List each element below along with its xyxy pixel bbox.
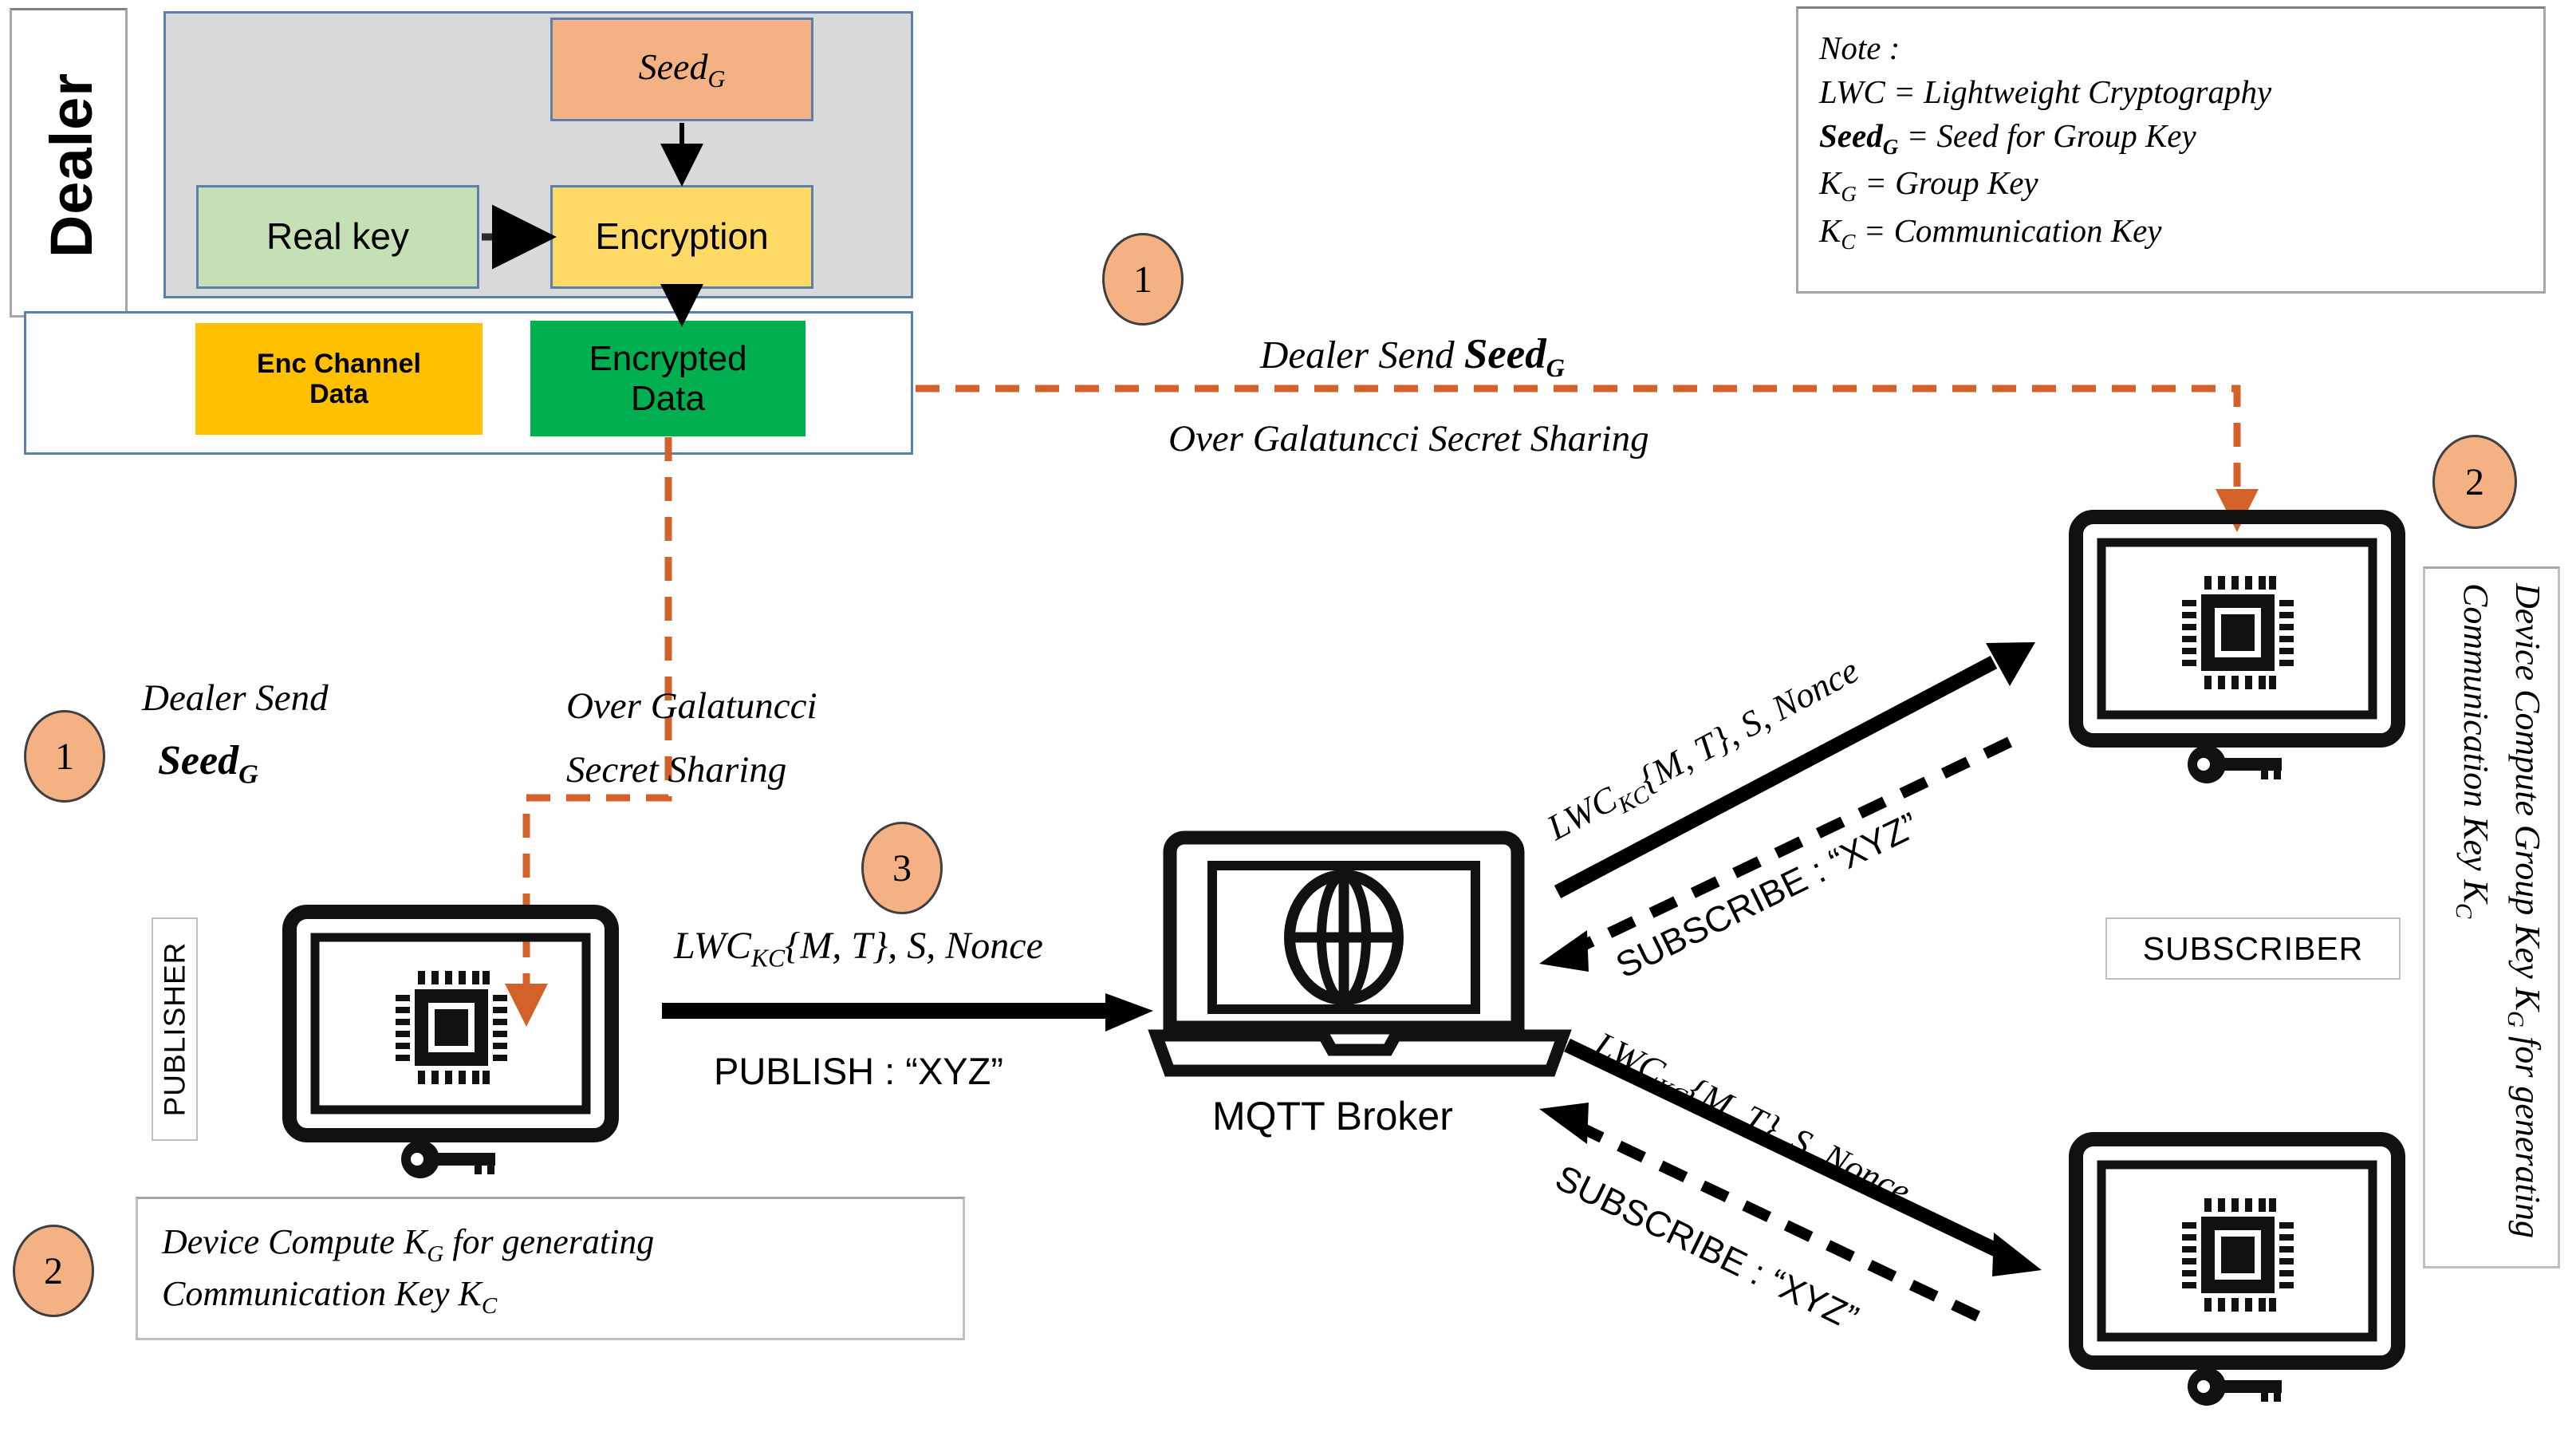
step-badge-2-left: 2	[13, 1225, 94, 1317]
subscriber-bottom-device-chip-icon	[2069, 1132, 2405, 1406]
mqtt-broker-laptop-globe-icon	[1148, 830, 1572, 1077]
publisher-key-icon	[401, 1140, 495, 1178]
step-badge-1-top: 1	[1102, 233, 1184, 325]
subscriber-tag-box: SUBSCRIBER	[2105, 917, 2401, 980]
subscriber-bottom-key-icon	[2188, 1367, 2282, 1406]
over-galatuncci-label-top: Over Galatuncci Secret Sharing	[1168, 418, 1649, 460]
mqtt-broker-label: MQTT Broker	[1212, 1094, 1453, 1138]
publisher-tag-label: PUBLISHER	[158, 941, 191, 1117]
seed-g-label-left: SeedG	[158, 738, 258, 790]
publisher-compute-note-line2: Communication Key KC	[162, 1274, 498, 1319]
publisher-device-chip-icon	[282, 905, 619, 1178]
step-badge-2-right: 2	[2432, 435, 2517, 529]
publish-payload-label: LWCKC{M, T}, S, Nonce	[674, 925, 1043, 972]
diagram-canvas: Dealer SeedG Real key Encryption Enc Cha…	[0, 0, 2576, 1440]
dealer-send-label-left: Dealer Send	[142, 677, 329, 719]
over-galatuncci-label-left: Over Galatuncci	[566, 685, 817, 727]
subscriber-top-key-icon	[2188, 745, 2282, 783]
subscriber-top-device-chip-icon	[2069, 510, 2405, 783]
publish-topic-label: PUBLISH : “XYZ”	[714, 1050, 1004, 1092]
step-badge-3: 3	[861, 822, 943, 914]
subscriber-compute-note-box: Device Compute Group Key KG for generati…	[2423, 566, 2560, 1268]
publisher-compute-note-box: Device Compute KG for generating Communi…	[136, 1197, 965, 1340]
secret-sharing-label-left: Secret Sharing	[566, 749, 787, 791]
step-badge-1-left: 1	[24, 710, 105, 803]
subscriber-tag-label: SUBSCRIBER	[2142, 929, 2364, 967]
publisher-tag-box: PUBLISHER	[152, 917, 198, 1141]
publish-arrow	[662, 993, 1153, 1032]
dealer-send-seed-label-top: Dealer Send SeedG	[1260, 331, 1566, 382]
publisher-compute-note-line1: Device Compute KG for generating	[162, 1222, 655, 1267]
subscriber-compute-note-text: Device Compute Group Key KG for generati…	[2451, 583, 2547, 1238]
